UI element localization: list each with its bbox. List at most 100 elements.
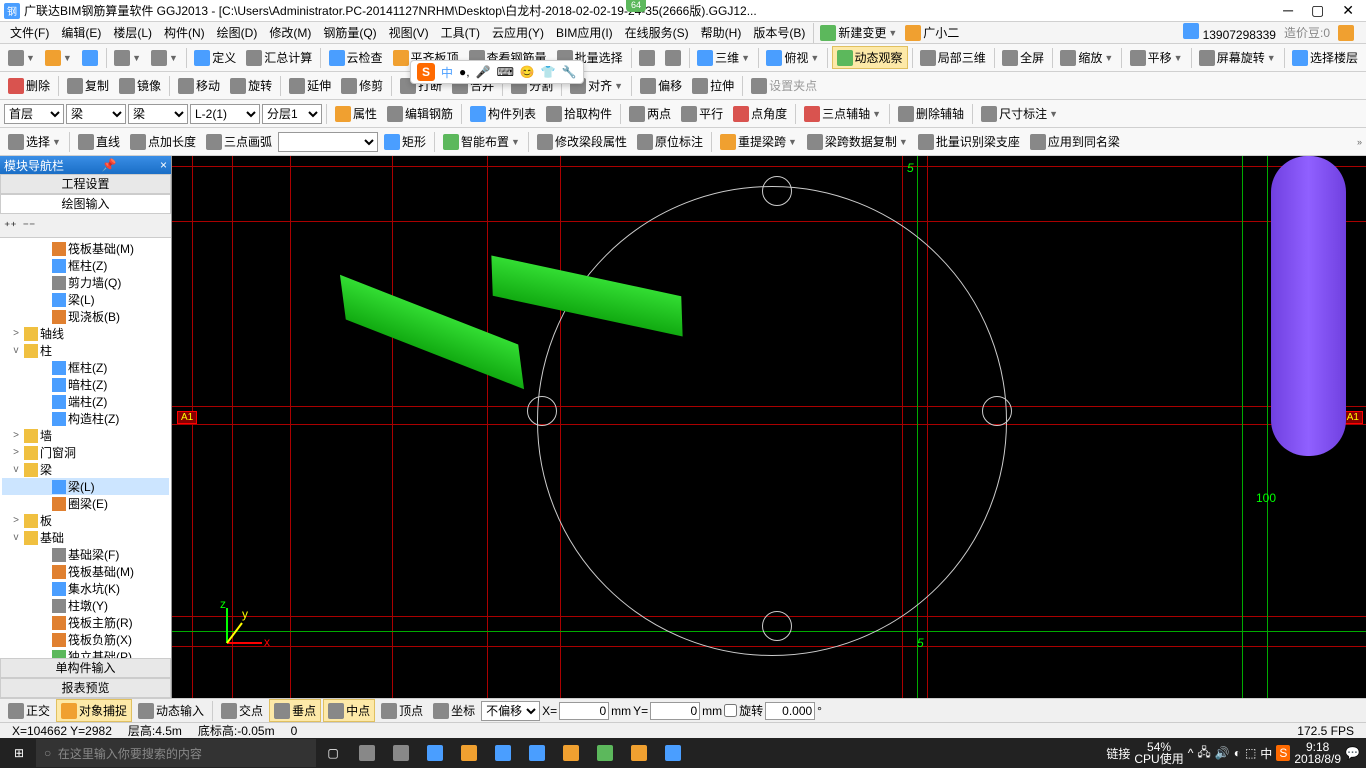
- tb-ie[interactable]: [486, 739, 520, 767]
- open-button[interactable]: ▼: [41, 48, 76, 68]
- user-button[interactable]: 广小二: [901, 22, 963, 43]
- tree-node[interactable]: >门窗洞: [2, 444, 169, 461]
- tree-node[interactable]: 暗柱(Z): [2, 376, 169, 393]
- new-change-button[interactable]: 新建变更▼: [816, 22, 901, 43]
- delaux-button[interactable]: 删除辅轴: [894, 103, 968, 124]
- setclip-button[interactable]: 设置夹点: [747, 75, 821, 96]
- sumcalc-button[interactable]: 汇总计算: [242, 47, 316, 68]
- rot-input[interactable]: [765, 702, 815, 720]
- tree-node[interactable]: 独立基础(P): [2, 648, 169, 658]
- complist-button[interactable]: 构件列表: [466, 103, 540, 124]
- tray-i2-icon[interactable]: ⬚: [1245, 746, 1256, 760]
- overflow-button[interactable]: »: [1357, 137, 1362, 147]
- pick-button[interactable]: 拾取构件: [542, 103, 616, 124]
- dynin-toggle[interactable]: 动态输入: [134, 700, 208, 721]
- tree-node[interactable]: v柱: [2, 342, 169, 359]
- floor-select[interactable]: 首层: [4, 104, 64, 124]
- inter-toggle[interactable]: 交点: [217, 700, 267, 721]
- sidetab-plus-icon[interactable]: ⁺⁺: [4, 219, 17, 233]
- rect-button[interactable]: 矩形: [380, 131, 430, 152]
- ime-keyboard-icon[interactable]: ⌨: [497, 65, 514, 79]
- tray-i1-icon[interactable]: ◐: [1234, 746, 1241, 760]
- ptangle-button[interactable]: 点角度: [729, 103, 791, 124]
- tree-node[interactable]: 圈梁(E): [2, 495, 169, 512]
- subcat-select[interactable]: 梁: [128, 104, 188, 124]
- perp-toggle[interactable]: 垂点: [269, 699, 321, 722]
- mid-toggle[interactable]: 中点: [323, 699, 375, 722]
- pan-button[interactable]: 平移▼: [1126, 47, 1187, 68]
- mirror-button[interactable]: 镜像: [115, 75, 165, 96]
- tb-app-5[interactable]: [622, 739, 656, 767]
- layer-select[interactable]: 分层1: [262, 104, 322, 124]
- dynview-button[interactable]: 动态观察: [832, 46, 908, 69]
- copyspan-button[interactable]: 梁跨数据复制▼: [803, 131, 912, 152]
- tb-app-6[interactable]: [656, 739, 690, 767]
- column-3d[interactable]: [1271, 156, 1346, 456]
- menu-cloud[interactable]: 云应用(Y): [486, 24, 550, 41]
- y-input[interactable]: [650, 702, 700, 720]
- rotate-checkbox[interactable]: [724, 704, 737, 717]
- origmark-button[interactable]: 原位标注: [633, 131, 707, 152]
- tray-vol-icon[interactable]: 🔊: [1215, 746, 1230, 760]
- select-button[interactable]: 选择▼: [4, 131, 65, 152]
- pin-icon[interactable]: 📌: [102, 158, 117, 172]
- menu-help[interactable]: 帮助(H): [695, 24, 748, 41]
- save-button[interactable]: [78, 48, 102, 68]
- stretch-button[interactable]: 拉伸: [688, 75, 738, 96]
- menu-modify[interactable]: 修改(M): [263, 24, 317, 41]
- tree-node[interactable]: 端柱(Z): [2, 393, 169, 410]
- tb-app-4[interactable]: [588, 739, 622, 767]
- tree-node[interactable]: 构造柱(Z): [2, 410, 169, 427]
- tree-node[interactable]: >轴线: [2, 325, 169, 342]
- menu-floor[interactable]: 楼层(L): [107, 24, 158, 41]
- ime-zh[interactable]: 中: [441, 64, 453, 81]
- define-button[interactable]: 定义: [190, 47, 240, 68]
- topview-button[interactable]: 俯视▼: [762, 47, 823, 68]
- vert-toggle[interactable]: 顶点: [377, 700, 427, 721]
- tree-node[interactable]: 框柱(Z): [2, 257, 169, 274]
- threearc-button[interactable]: 三点画弧: [202, 131, 276, 152]
- delete-button[interactable]: 删除: [4, 75, 54, 96]
- extend-button[interactable]: 延伸: [285, 75, 335, 96]
- canvas-3d[interactable]: A1 A1 5 5 100 x z y: [172, 156, 1366, 698]
- menu-tools[interactable]: 工具(T): [435, 24, 486, 41]
- dim-button[interactable]: 尺寸标注▼: [977, 103, 1062, 124]
- tree-node[interactable]: >墙: [2, 427, 169, 444]
- coord-toggle[interactable]: 坐标: [429, 700, 479, 721]
- tree-node[interactable]: 现浇板(B): [2, 308, 169, 325]
- modspan-button[interactable]: 修改梁段属性: [533, 131, 631, 152]
- next-button[interactable]: [661, 48, 685, 68]
- tree-node[interactable]: 集水坑(K): [2, 580, 169, 597]
- menu-bim[interactable]: BIM应用(I): [550, 24, 619, 41]
- tree-node[interactable]: 柱墩(Y): [2, 597, 169, 614]
- tray-sogou-icon[interactable]: S: [1276, 745, 1290, 761]
- tb-app-1[interactable]: [350, 739, 384, 767]
- arc-select[interactable]: [278, 132, 378, 152]
- tree-node[interactable]: 筏板主筋(R): [2, 614, 169, 631]
- tree-node[interactable]: 筏板负筋(X): [2, 631, 169, 648]
- threed-button[interactable]: 三维▼: [693, 47, 754, 68]
- twopt-button[interactable]: 两点: [625, 103, 675, 124]
- tree-node[interactable]: >板: [2, 512, 169, 529]
- tree-node[interactable]: v基础: [2, 529, 169, 546]
- ptlen-button[interactable]: 点加长度: [126, 131, 200, 152]
- tree-node[interactable]: 剪力墙(Q): [2, 274, 169, 291]
- offset-select[interactable]: 不偏移: [481, 701, 540, 721]
- parallel-button[interactable]: 平行: [677, 103, 727, 124]
- x-input[interactable]: [559, 702, 609, 720]
- osnap-toggle[interactable]: 对象捕捉: [56, 699, 132, 722]
- tb-edge[interactable]: [418, 739, 452, 767]
- respcross-button[interactable]: 重提梁跨▼: [716, 131, 801, 152]
- tree-node[interactable]: 梁(L): [2, 291, 169, 308]
- menu-view[interactable]: 视图(V): [383, 24, 435, 41]
- sidebar-btn-report[interactable]: 报表预览: [0, 678, 171, 698]
- threeaux-button[interactable]: 三点辅轴▼: [800, 103, 885, 124]
- sidetab-minus-icon[interactable]: ⁻⁻: [23, 219, 36, 233]
- sidebar-close-button[interactable]: ×: [160, 158, 167, 172]
- menu-online[interactable]: 在线服务(S): [619, 24, 695, 41]
- undo-button[interactable]: ▼: [110, 48, 145, 68]
- copy-button[interactable]: 复制: [63, 75, 113, 96]
- applysame-button[interactable]: 应用到同名梁: [1026, 131, 1124, 152]
- tree-node[interactable]: v梁: [2, 461, 169, 478]
- sidebar-btn-single[interactable]: 单构件输入: [0, 658, 171, 678]
